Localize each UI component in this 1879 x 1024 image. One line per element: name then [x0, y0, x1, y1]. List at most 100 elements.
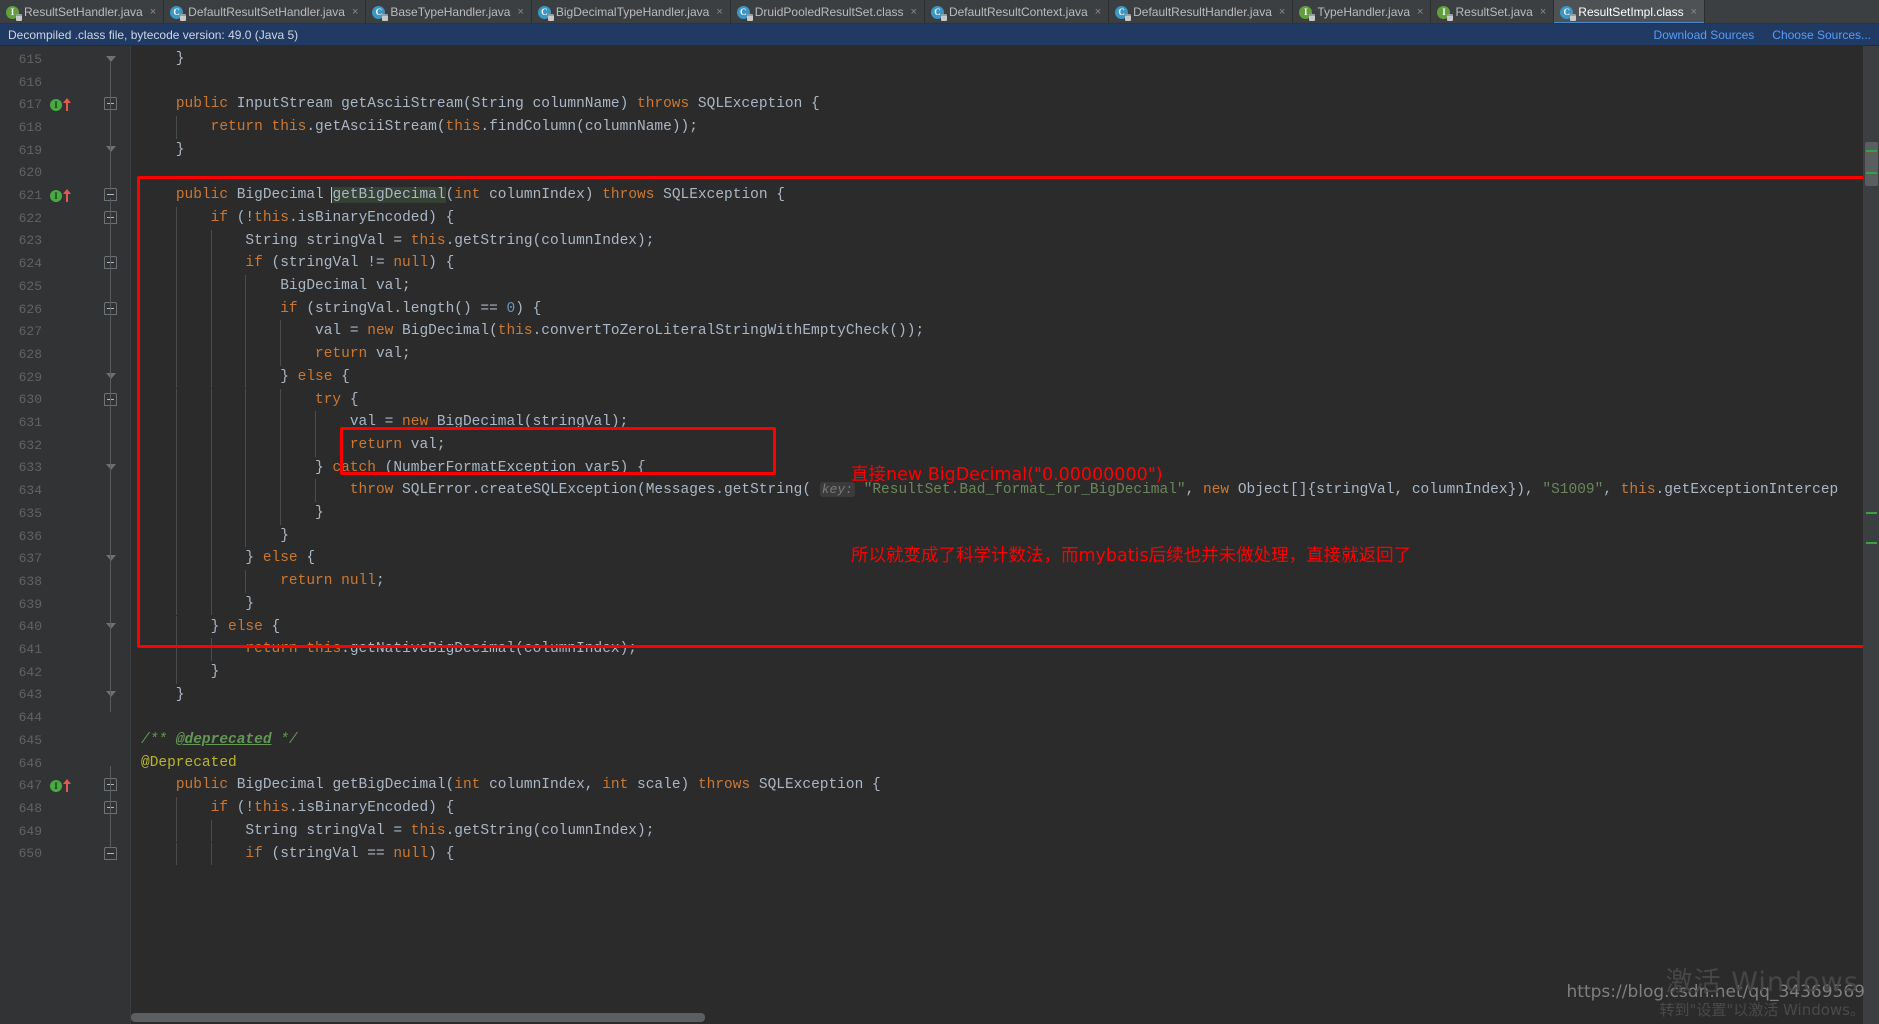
code-editor[interactable]: 615 616 617 I 618 619 620 621 I 622 623 624 625 626 62… [0, 46, 1879, 1024]
gutter-row: 639 [0, 593, 131, 616]
annotation-note: 直接new BigDecimal("0.00000000") 所以就变成了科学计… [851, 408, 1411, 624]
horizontal-scrollbar[interactable] [131, 1013, 1847, 1022]
indent-guide [175, 842, 177, 866]
overriding-method-arrow-icon[interactable] [63, 779, 72, 793]
editor-gutter[interactable]: 615 616 617 I 618 619 620 621 I 622 623 624 625 626 62… [0, 46, 131, 1024]
code-line: } [141, 51, 185, 67]
code-line: } [141, 505, 324, 521]
interface-icon: I [6, 5, 22, 21]
indent-guide [175, 524, 177, 548]
line-number: 645 [18, 732, 42, 748]
editor-tab-resultsetimpl-class[interactable]: C ResultSetImpl.class × [1554, 0, 1706, 23]
close-icon[interactable]: × [716, 6, 722, 18]
gutter-row: 632 [0, 434, 131, 457]
line-number: 635 [18, 505, 42, 521]
code-line: public BigDecimal getBigDecimal(int colu… [175, 777, 881, 794]
line-number: 649 [18, 823, 42, 839]
code-line: } [141, 595, 255, 612]
gutter-row: 645 [0, 729, 131, 752]
overriding-method-arrow-icon[interactable] [63, 189, 72, 203]
vertical-scrollbar-thumb[interactable] [1865, 142, 1878, 186]
notification-message: Decompiled .class file, bytecode version… [8, 27, 299, 42]
indent-guide [175, 502, 177, 525]
gutter-row: 628 [0, 343, 131, 366]
indent-guide [315, 479, 316, 502]
editor-tab-defaultresultsethandler-java[interactable]: C DefaultResultSetHandler.java × [164, 0, 367, 23]
line-number: 634 [18, 483, 42, 499]
editor-tab-bar[interactable]: I ResultSetHandler.java × C DefaultResultSet… [0, 0, 1879, 24]
line-number: 644 [18, 710, 42, 726]
indent-guide [280, 411, 282, 434]
notification-links[interactable]: Download Sources Choose Sources... [1654, 28, 1871, 42]
overriding-method-arrow-icon[interactable] [63, 98, 72, 112]
indent-guide [175, 275, 177, 298]
gutter-row: 642 [0, 661, 131, 684]
gutter-row: 616 [0, 71, 131, 94]
code-line: public InputStream getAsciiStream(String… [175, 96, 820, 113]
implements-method-icon[interactable]: I [50, 98, 62, 111]
editor-tab-label: DruidPooledResultSet.class [754, 5, 904, 19]
horizontal-scrollbar-thumb[interactable] [131, 1013, 705, 1022]
editor-tab-defaultresultcontext-java[interactable]: C DefaultResultContext.java × [924, 0, 1110, 23]
close-icon[interactable]: × [911, 6, 917, 18]
close-icon[interactable]: × [1095, 6, 1101, 18]
editor-tab-bigdecimaltypehandler-java[interactable]: C BigDecimalTypeHandler.java × [531, 0, 731, 23]
close-icon[interactable]: × [1540, 6, 1546, 18]
line-number: 636 [18, 528, 42, 544]
close-icon[interactable]: × [1691, 6, 1697, 18]
line-number: 646 [18, 755, 42, 771]
line-number: 648 [18, 800, 42, 816]
line-number: 638 [18, 573, 42, 589]
code-line: if (!this.isBinaryEncoded) { [210, 209, 455, 226]
indent-guide [175, 388, 177, 412]
indent-guide [175, 206, 177, 230]
editor-marker-scrollbar[interactable] [1863, 46, 1879, 1024]
indent-guide [315, 433, 316, 457]
indent-guide [210, 502, 212, 525]
indent-guide [210, 592, 212, 616]
class-icon: C [930, 5, 947, 21]
indent-guide [210, 433, 212, 457]
indent-guide [245, 388, 247, 412]
implements-method-icon[interactable]: I [50, 779, 62, 792]
line-number: 639 [18, 596, 42, 612]
close-icon[interactable]: × [150, 6, 156, 18]
implements-method-icon[interactable]: I [50, 189, 62, 202]
indent-guide [245, 524, 247, 548]
indent-guide [245, 502, 247, 525]
editor-tab-basetypehandler-java[interactable]: C BaseTypeHandler.java × [366, 0, 532, 23]
editor-tab-resultset-java[interactable]: I ResultSet.java × [1431, 0, 1555, 23]
close-icon[interactable]: × [352, 6, 358, 18]
editor-tab-resultsethandler-java[interactable]: I ResultSetHandler.java × [0, 0, 165, 23]
indent-guide [280, 388, 282, 412]
code-line: @Deprecated [141, 754, 237, 771]
close-icon[interactable]: × [1279, 6, 1285, 18]
indent-guide [245, 343, 247, 366]
interface-icon: I [1437, 5, 1454, 21]
close-icon[interactable]: × [1417, 6, 1423, 18]
fold-region-line [110, 198, 111, 713]
code-line: if (!this.isBinaryEncoded) { [210, 800, 455, 817]
indent-guide [280, 343, 282, 366]
editor-tab-typehandler-java[interactable]: I TypeHandler.java × [1293, 0, 1432, 23]
editor-tab-druidpooledresultset-class[interactable]: C DruidPooledResultSet.class × [730, 0, 925, 23]
gutter-row: 625 [0, 275, 131, 298]
indent-guide [210, 229, 212, 253]
line-number: 630 [18, 392, 42, 408]
indent-guide [245, 456, 247, 480]
gutter-row: 627 [0, 320, 131, 343]
class-icon: C [537, 5, 554, 21]
code-line: if (stringVal == null) { [245, 845, 455, 862]
gutter-row: 634 [0, 479, 131, 502]
editor-tab-defaultresulthandler-java[interactable]: C DefaultResultHandler.java × [1109, 0, 1294, 23]
editor-tab-label: BaseTypeHandler.java [390, 5, 511, 19]
editor-tab-label: DefaultResultSetHandler.java [188, 5, 345, 19]
gutter-marker-cell: I [46, 189, 76, 203]
close-icon[interactable]: × [517, 6, 523, 18]
download-sources-link[interactable]: Download Sources [1654, 28, 1755, 42]
indent-guide [175, 411, 177, 434]
fold-region-line [110, 765, 111, 849]
choose-sources-link[interactable]: Choose Sources... [1772, 28, 1871, 42]
